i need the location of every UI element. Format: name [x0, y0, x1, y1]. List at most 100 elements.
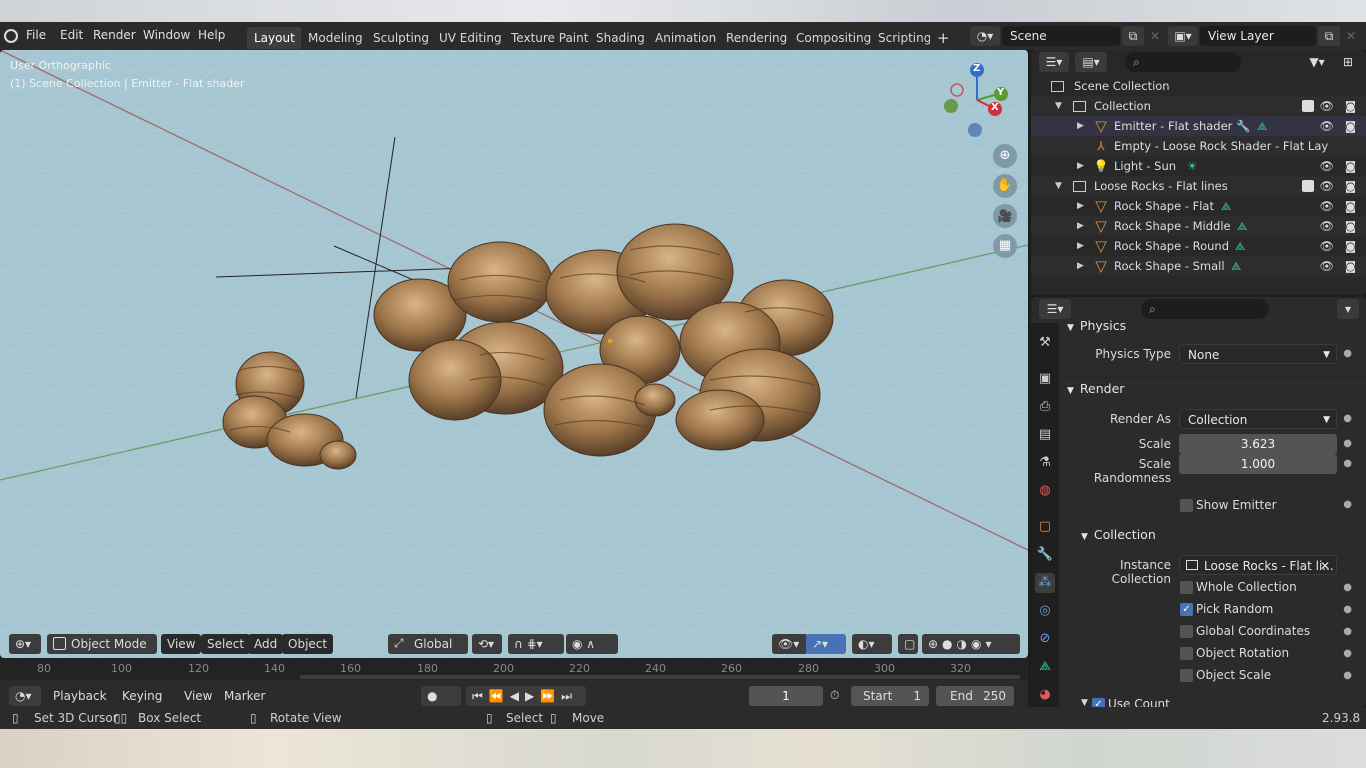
object-scale-checkbox[interactable] — [1180, 669, 1193, 682]
properties-search-input[interactable]: ⌕ — [1141, 299, 1269, 319]
tool-tab-icon[interactable]: ⚒ — [1035, 333, 1055, 353]
add-workspace-button[interactable]: + — [930, 27, 957, 49]
scale-randomness-field[interactable]: 1.000 — [1179, 454, 1337, 474]
eye-icon[interactable]: 👁 — [1319, 176, 1334, 196]
menu-marker[interactable]: Marker — [218, 686, 271, 706]
tab-modeling[interactable]: Modeling — [301, 27, 370, 49]
camera-icon[interactable]: ◙ — [1345, 96, 1356, 116]
xray-toggle-icon[interactable]: ▢ — [898, 634, 918, 654]
outliner-row-loose-rocks[interactable]: ▼ Loose Rocks - Flat lines 👁 ◙ — [1031, 176, 1366, 196]
use-count-checkbox[interactable]: ✓ — [1092, 698, 1105, 707]
wrench-icon[interactable]: 🔧 — [1236, 116, 1250, 136]
timeline-ruler[interactable]: 80 100 120 140 160 180 200 220 240 260 2… — [0, 658, 1028, 680]
gizmo-toggle-icon[interactable]: ↗▾ — [806, 634, 846, 654]
outliner-row-light[interactable]: ▶ 💡 Light - Sun ☀ 👁 ◙ — [1031, 156, 1366, 176]
ortho-grid-icon[interactable]: ▦ — [993, 234, 1017, 258]
menu-help[interactable]: Help — [198, 28, 225, 42]
camera-view-icon[interactable]: 🎥 — [993, 204, 1017, 228]
menu-render[interactable]: Render — [93, 28, 136, 42]
expand-chevron-icon[interactable]: ▼ — [1055, 96, 1062, 116]
zoom-icon[interactable]: ⊕ — [993, 144, 1017, 168]
display-mode-icon[interactable]: ▤▾ — [1075, 52, 1107, 72]
render-section-header[interactable]: ▼ Render — [1067, 378, 1124, 400]
menu-keying[interactable]: Keying — [116, 686, 174, 706]
modifiers-tab-icon[interactable]: 🔧 — [1035, 545, 1055, 565]
clear-icon[interactable]: ✕ — [1320, 556, 1330, 576]
menu-add[interactable]: Add — [248, 634, 284, 654]
camera-icon[interactable]: ◙ — [1345, 156, 1356, 176]
whole-collection-checkbox[interactable] — [1180, 581, 1193, 594]
overlay-toggle-icon[interactable]: ◐▾ — [852, 634, 892, 654]
current-frame-field[interactable]: 1 — [749, 686, 823, 706]
scene-name-field[interactable]: Scene — [1002, 26, 1120, 46]
options-dropdown-icon[interactable]: ▾ — [1337, 299, 1359, 319]
outliner-row-rock-flat[interactable]: ▶ ▽ Rock Shape - Flat ⟁ 👁 ◙ — [1031, 196, 1366, 216]
delete-view-layer-icon[interactable]: ✕ — [1340, 26, 1362, 46]
menu-file[interactable]: File — [26, 28, 46, 42]
keyframe-dot[interactable]: ● — [1343, 499, 1352, 510]
menu-timeline-view[interactable]: View — [178, 686, 218, 706]
new-view-layer-icon[interactable]: ⧉ — [1318, 26, 1340, 46]
particle-system-icon[interactable]: ⟁ — [1257, 116, 1267, 136]
expand-chevron-icon[interactable]: ▼ — [1055, 176, 1062, 196]
eye-icon[interactable]: 👁 — [1319, 256, 1334, 276]
physics-section-header[interactable]: ▼ Physics — [1067, 315, 1126, 337]
proportional-edit-icon[interactable]: ◉ ∧ — [566, 634, 618, 654]
keyframe-dot[interactable]: ● — [1343, 458, 1352, 469]
outliner-row-collection[interactable]: ▼ Collection 👁 ◙ — [1031, 96, 1366, 116]
physics-tab-icon[interactable]: ◎ — [1035, 601, 1055, 621]
start-frame-field[interactable]: Start 1 — [851, 686, 929, 706]
expand-chevron-icon[interactable]: ▶ — [1077, 216, 1084, 236]
exclude-checkbox[interactable] — [1302, 180, 1314, 192]
scene-tab-icon[interactable]: ⚗ — [1035, 453, 1055, 473]
expand-chevron-icon[interactable]: ▶ — [1077, 236, 1084, 256]
material-tab-icon[interactable]: ◕ — [1035, 685, 1055, 705]
constraints-tab-icon[interactable]: ⊘ — [1035, 629, 1055, 649]
instance-collection-field[interactable]: Loose Rocks - Flat li... ✕ — [1179, 555, 1337, 575]
keyframe-dot[interactable]: ● — [1343, 626, 1352, 637]
particles-tab-icon[interactable]: ⁂ — [1035, 573, 1055, 593]
keyframe-dot[interactable]: ● — [1343, 670, 1352, 681]
new-scene-icon[interactable]: ⧉ — [1122, 26, 1144, 46]
keyframe-dot[interactable]: ● — [1343, 648, 1352, 659]
outliner-row-scene-collection[interactable]: Scene Collection — [1031, 76, 1366, 96]
camera-icon[interactable]: ◙ — [1345, 256, 1356, 276]
render-as-dropdown[interactable]: Collection ▼ — [1179, 409, 1337, 429]
camera-icon[interactable]: ◙ — [1345, 196, 1356, 216]
outliner-row-emitter[interactable]: ▶ ▽ Emitter - Flat shader 🔧 ⟁ 👁 ◙ — [1031, 116, 1366, 136]
keyframe-dot[interactable]: ● — [1343, 438, 1352, 449]
end-frame-field[interactable]: End 250 — [936, 686, 1014, 706]
visibility-filter-icon[interactable]: 👁▾ — [772, 634, 808, 654]
tab-texture-paint[interactable]: Texture Paint — [504, 27, 596, 49]
mesh-data-icon[interactable]: ⟁ — [1221, 196, 1231, 216]
snap-icon[interactable]: ∩ ⋕▾ — [508, 634, 564, 654]
filter-icon[interactable]: ▼▾ — [1301, 52, 1333, 72]
expand-chevron-icon[interactable]: ▶ — [1077, 156, 1084, 176]
tab-uv-editing[interactable]: UV Editing — [432, 27, 509, 49]
mesh-data-icon[interactable]: ⟁ — [1235, 236, 1245, 256]
view-layer-selector-icon[interactable]: ▣▾ — [1168, 26, 1198, 46]
outliner-panel[interactable]: ☰▾ ▤▾ ⌕ ▼▾ ⊞ Scene Collection ▼ Collecti… — [1031, 50, 1366, 295]
scene-selector-icon[interactable]: ◔▾ — [970, 26, 1000, 46]
stopwatch-icon[interactable]: ⏱ — [830, 688, 839, 703]
new-collection-icon[interactable]: ⊞ — [1337, 52, 1359, 72]
keyframe-dot[interactable]: ● — [1343, 604, 1352, 615]
mesh-data-icon[interactable]: ⟁ — [1237, 216, 1247, 236]
navigation-gizmo[interactable]: Z Y X — [940, 60, 1018, 144]
tab-scripting[interactable]: Scripting — [871, 27, 939, 49]
render-tab-icon[interactable]: ▣ — [1035, 369, 1055, 389]
menu-edit[interactable]: Edit — [60, 28, 83, 42]
exclude-checkbox[interactable] — [1302, 100, 1314, 112]
outliner-editor-type-icon[interactable]: ☰▾ — [1039, 52, 1069, 72]
tab-shading[interactable]: Shading — [589, 27, 652, 49]
outliner-search-input[interactable]: ⌕ — [1125, 52, 1241, 72]
scale-field[interactable]: 3.623 — [1179, 434, 1337, 454]
editor-type-icon[interactable]: ⊕▾ — [9, 634, 41, 654]
data-tab-icon[interactable]: ⟁ — [1035, 657, 1055, 677]
timeline-scrollbar[interactable] — [300, 675, 1020, 679]
shading-mode-icons[interactable]: ⊕●◑◉▾ — [922, 634, 1020, 654]
blender-logo-icon[interactable] — [4, 29, 18, 43]
output-tab-icon[interactable]: ⎙ — [1035, 397, 1055, 417]
keyframe-dot[interactable]: ● — [1343, 582, 1352, 593]
playback-controls[interactable]: ⏮⏪◀▶⏩⏭ — [466, 686, 586, 706]
